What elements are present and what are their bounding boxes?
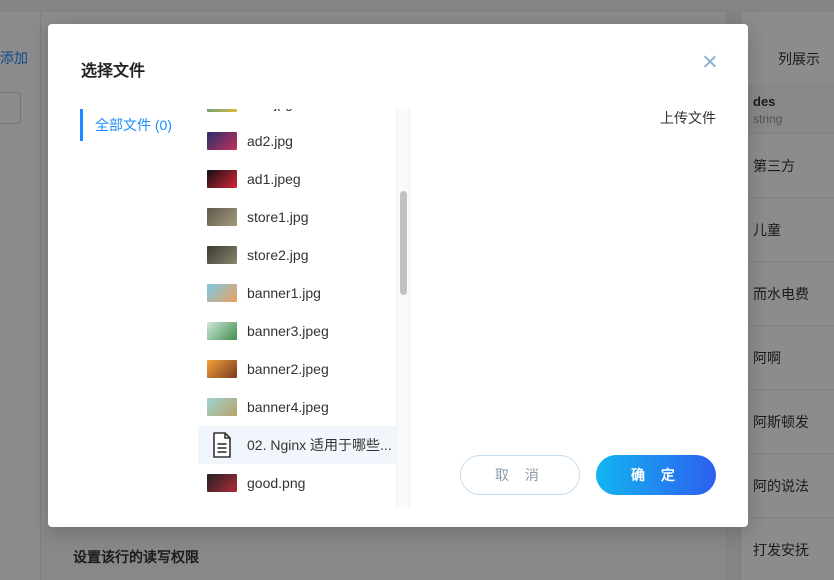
confirm-button[interactable]: 确 定 <box>596 455 716 495</box>
image-thumbnail <box>207 284 237 302</box>
file-name: ad1.jpeg <box>247 171 301 187</box>
file-item[interactable]: banner1.jpg <box>198 274 398 312</box>
file-name: good.png <box>247 475 306 491</box>
cancel-button[interactable]: 取 消 <box>460 455 580 495</box>
file-name: banner3.jpeg <box>247 323 329 339</box>
document-icon <box>207 431 237 459</box>
image-thumbnail <box>207 322 237 340</box>
file-item[interactable]: banner2.jpeg <box>198 350 398 388</box>
image-thumbnail <box>207 360 237 378</box>
file-name: banner2.jpeg <box>247 361 329 377</box>
scrollbar-thumb[interactable] <box>400 191 407 295</box>
image-thumbnail <box>207 398 237 416</box>
image-thumbnail <box>207 474 237 492</box>
file-item[interactable]: banner4.jpeg <box>198 388 398 426</box>
image-thumbnail <box>207 170 237 188</box>
file-name: 02. Nginx 适用于哪些... <box>247 437 392 453</box>
image-thumbnail <box>207 109 237 112</box>
file-list: ad4.jpg ad2.jpg ad1.jpeg store1.jpg store2.j… <box>198 109 410 507</box>
category-all-files[interactable]: 全部文件 (0) <box>80 109 190 141</box>
select-file-modal: 选择文件 全部文件 (0) ad4.jpg ad2.jpg ad1.jpeg stor… <box>48 24 748 527</box>
file-name: ad2.jpg <box>247 133 293 149</box>
file-item[interactable]: good.png <box>198 464 398 502</box>
scrollbar-track[interactable] <box>396 109 410 507</box>
image-thumbnail <box>207 208 237 226</box>
upload-file-link[interactable]: 上传文件 <box>660 108 716 128</box>
file-name: banner4.jpeg <box>247 399 329 415</box>
file-item[interactable]: banner3.jpeg <box>198 312 398 350</box>
file-name: banner1.jpg <box>247 285 321 301</box>
file-item[interactable]: ad1.jpeg <box>198 160 398 198</box>
image-thumbnail <box>207 132 237 150</box>
file-item[interactable]: store2.jpg <box>198 236 398 274</box>
file-item[interactable]: 02. Nginx 适用于哪些... <box>198 426 398 464</box>
file-name: store1.jpg <box>247 209 309 225</box>
image-thumbnail <box>207 246 237 264</box>
file-item[interactable]: ad4.jpg <box>198 109 398 122</box>
close-icon[interactable] <box>700 52 720 72</box>
file-item[interactable]: ad2.jpg <box>198 122 398 160</box>
file-item[interactable]: store1.jpg <box>198 198 398 236</box>
file-name: store2.jpg <box>247 247 309 263</box>
file-name: ad4.jpg <box>247 109 397 111</box>
modal-title: 选择文件 <box>81 63 146 80</box>
